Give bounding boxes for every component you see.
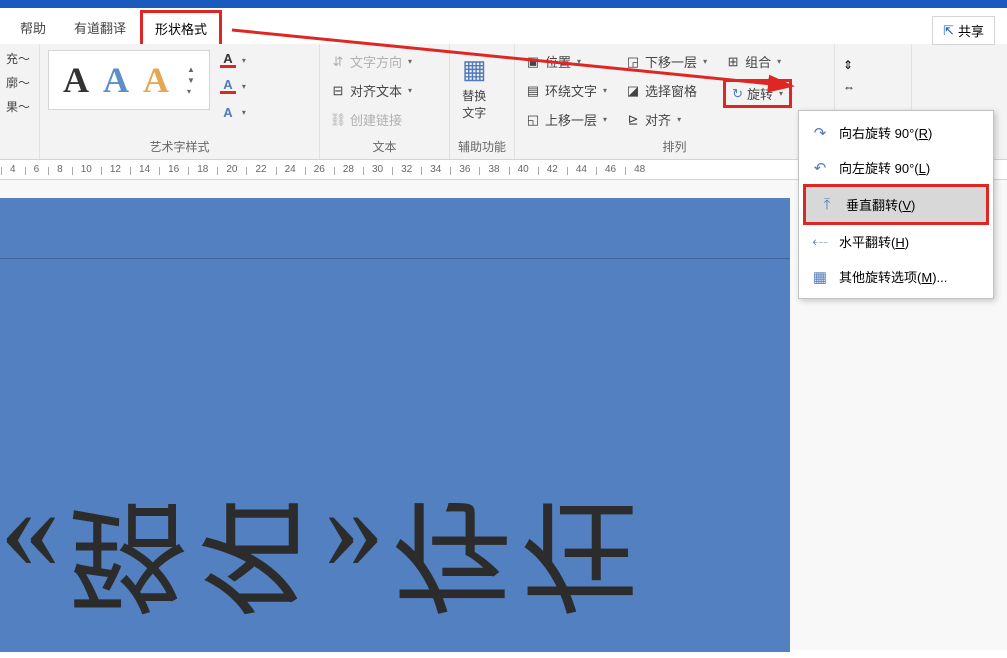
share-icon: ⇱: [943, 23, 954, 39]
align-text-button[interactable]: ⊟对齐文本▾: [328, 79, 414, 102]
selection-pane-button[interactable]: ◪选择窗格: [623, 79, 709, 102]
share-label: 共享: [958, 21, 984, 40]
wordart-style-3[interactable]: A: [143, 59, 169, 101]
link-icon: ⛓: [330, 112, 346, 128]
select-pane-icon: ◪: [625, 83, 641, 99]
shape-rectangle[interactable]: «臵名»存在: [0, 198, 790, 652]
tab-help[interactable]: 帮助: [6, 11, 60, 44]
rotate-left-90-item[interactable]: ↶ 向左旋转 90°(L): [799, 150, 993, 185]
fill-btn[interactable]: 充～: [2, 48, 37, 69]
group-button[interactable]: ⊞组合▾: [723, 50, 792, 73]
flip-vertical-item[interactable]: ⤒ 垂直翻转(V): [803, 184, 989, 225]
wordart-style-1[interactable]: A: [63, 59, 89, 101]
group-wordart-styles: A A A ▲▼▾ A▾ A▾ A▾ 艺术字样式: [40, 44, 320, 159]
rotate-right-90-item[interactable]: ↷ 向右旋转 90°(R): [799, 115, 993, 150]
wordart-style-2[interactable]: A: [103, 59, 129, 101]
text-effects-icon: A: [220, 104, 236, 120]
rotate-right-icon: ↷: [811, 124, 829, 142]
flip-horizontal-icon: ⤎: [811, 233, 829, 251]
share-button[interactable]: ⇱ 共享: [932, 16, 995, 45]
height-input[interactable]: ⇕: [843, 58, 903, 72]
wrap-text-button[interactable]: ▤环绕文字▾: [523, 79, 609, 102]
text-direction-icon: ⇵: [330, 54, 346, 70]
text-fill-button[interactable]: A▾: [218, 50, 248, 70]
group-arrange: ▣位置▾ ▤环绕文字▾ ◱上移一层▾ ◲下移一层▾ ◪选择窗格 ⊵对齐▾ ⊞组合…: [515, 44, 835, 159]
bring-forward-button[interactable]: ◱上移一层▾: [523, 108, 609, 131]
flip-vertical-icon: ⤒: [818, 196, 836, 214]
send-backward-button[interactable]: ◲下移一层▾: [623, 50, 709, 73]
group-text: ⇵文字方向▾ ⊟对齐文本▾ ⛓创建链接 文本: [320, 44, 450, 159]
gallery-scroll[interactable]: ▲▼▾: [187, 65, 195, 96]
group-accessibility: ▦ 替换 文字 辅助功能: [450, 44, 515, 159]
group-icon: ⊞: [725, 54, 741, 70]
ribbon-tabs: 帮助 有道翻译 形状格式: [0, 8, 1007, 44]
flip-horizontal-item[interactable]: ⤎ 水平翻转(H): [799, 224, 993, 259]
wrap-icon: ▤: [525, 83, 541, 99]
group-label-text: 文本: [328, 136, 441, 157]
align-button[interactable]: ⊵对齐▾: [623, 108, 709, 131]
wordart-text[interactable]: «臵名»存在: [0, 478, 648, 652]
rotate-left-icon: ↶: [811, 159, 829, 177]
tab-shape-format[interactable]: 形状格式: [140, 10, 222, 44]
rotate-dropdown: ↷ 向右旋转 90°(R) ↶ 向左旋转 90°(L) ⤒ 垂直翻转(V) ⤎ …: [798, 110, 994, 299]
align-icon: ⊵: [625, 112, 641, 128]
position-button[interactable]: ▣位置▾: [523, 50, 609, 73]
effect-btn[interactable]: 果～: [2, 96, 37, 117]
tab-translate[interactable]: 有道翻译: [60, 11, 140, 44]
position-icon: ▣: [525, 54, 541, 70]
text-outline-button[interactable]: A▾: [218, 76, 248, 96]
text-direction-button[interactable]: ⇵文字方向▾: [328, 50, 414, 73]
backward-icon: ◲: [625, 54, 641, 70]
text-outline-icon: A: [220, 78, 236, 94]
text-effects-button[interactable]: A▾: [218, 102, 248, 122]
group-label-wordart: 艺术字样式: [48, 136, 311, 157]
alt-text-icon: ▦: [462, 54, 487, 85]
height-icon: ⇕: [843, 58, 853, 72]
outline-btn[interactable]: 廓～: [2, 72, 37, 93]
rotate-button[interactable]: ↻ 旋转▾: [723, 79, 792, 108]
width-icon: ⇔: [843, 80, 855, 94]
more-options-icon: ▦: [811, 268, 829, 286]
divider-line: [0, 258, 790, 259]
align-text-icon: ⊟: [330, 83, 346, 99]
group-label-arrange: 排列: [523, 136, 826, 157]
group-shape-fill: 充～ 廓～ 果～: [0, 44, 40, 159]
create-link-button[interactable]: ⛓创建链接: [328, 108, 414, 131]
wordart-gallery[interactable]: A A A ▲▼▾: [48, 50, 210, 110]
forward-icon: ◱: [525, 112, 541, 128]
group-label-accessibility: 辅助功能: [458, 136, 506, 157]
width-input[interactable]: ⇔: [843, 80, 903, 94]
rotate-icon: ↻: [732, 86, 743, 102]
alt-text-button[interactable]: ▦ 替换 文字: [458, 50, 491, 125]
text-fill-icon: A: [220, 52, 236, 68]
more-rotation-options-item[interactable]: ▦ 其他旋转选项(M)...: [799, 259, 993, 294]
